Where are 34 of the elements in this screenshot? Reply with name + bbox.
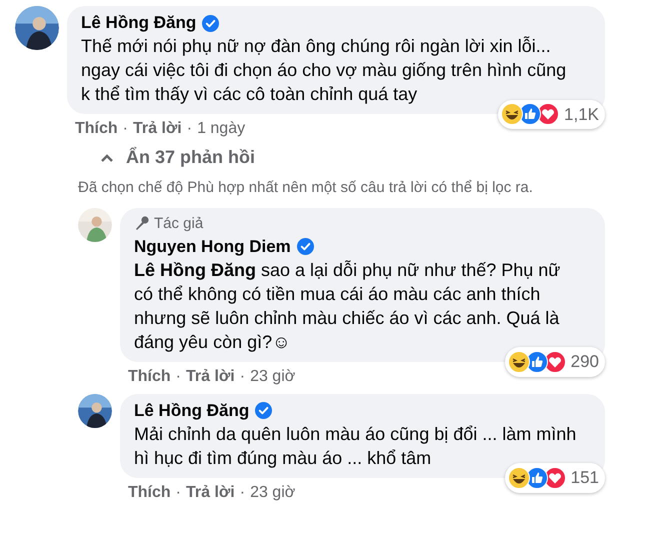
action-link[interactable]: Thích bbox=[128, 482, 171, 502]
microphone-icon bbox=[134, 215, 150, 231]
separator-dot: · bbox=[122, 119, 128, 138]
thumbs-up-icon bbox=[519, 103, 542, 126]
separator-dot: · bbox=[240, 366, 246, 386]
replies-toggle[interactable]: Ẩn 37 phản hồi bbox=[100, 144, 660, 171]
laughing-emoji-icon bbox=[508, 350, 530, 373]
action-link[interactable]: Trả lời bbox=[186, 482, 235, 502]
reaction-count: 151 bbox=[570, 467, 599, 489]
action-link[interactable]: Thích bbox=[75, 119, 118, 138]
reaction-count: 1,1K bbox=[564, 104, 599, 126]
thumbs-up-icon bbox=[526, 466, 548, 489]
timestamp: 23 giờ bbox=[250, 366, 296, 386]
reaction-count: 290 bbox=[570, 351, 599, 373]
author-label: Tác giả bbox=[154, 214, 204, 232]
separator-dot: · bbox=[186, 119, 192, 138]
thumbs-up-icon bbox=[526, 350, 548, 373]
author-name[interactable]: Lê Hồng Đăng bbox=[81, 12, 196, 34]
separator-dot: · bbox=[176, 366, 181, 386]
action-link[interactable]: Trả lời bbox=[186, 366, 235, 386]
separator-dot: · bbox=[240, 482, 246, 502]
laughing-emoji-icon bbox=[508, 466, 530, 489]
author-name[interactable]: Lê Hồng Đăng bbox=[134, 400, 250, 422]
reactions-pill[interactable]: 290 bbox=[504, 347, 605, 376]
filter-note: Đã chọn chế độ Phù hợp nhất nên một số câu trả lời có thể bị lọc ra. bbox=[78, 178, 534, 198]
laughing-emoji-icon bbox=[501, 103, 524, 126]
timestamp: 1 ngày bbox=[197, 119, 246, 138]
reactions-pill[interactable]: 151 bbox=[504, 463, 605, 492]
separator-dot: · bbox=[176, 482, 181, 502]
reactions-pill[interactable]: 1,1K bbox=[498, 100, 605, 129]
action-link[interactable]: Thích bbox=[128, 366, 171, 386]
author-name[interactable]: Nguyen Hong Diem bbox=[134, 236, 291, 258]
timestamp: 23 giờ bbox=[250, 482, 296, 502]
action-link[interactable]: Trả lời bbox=[133, 119, 182, 138]
